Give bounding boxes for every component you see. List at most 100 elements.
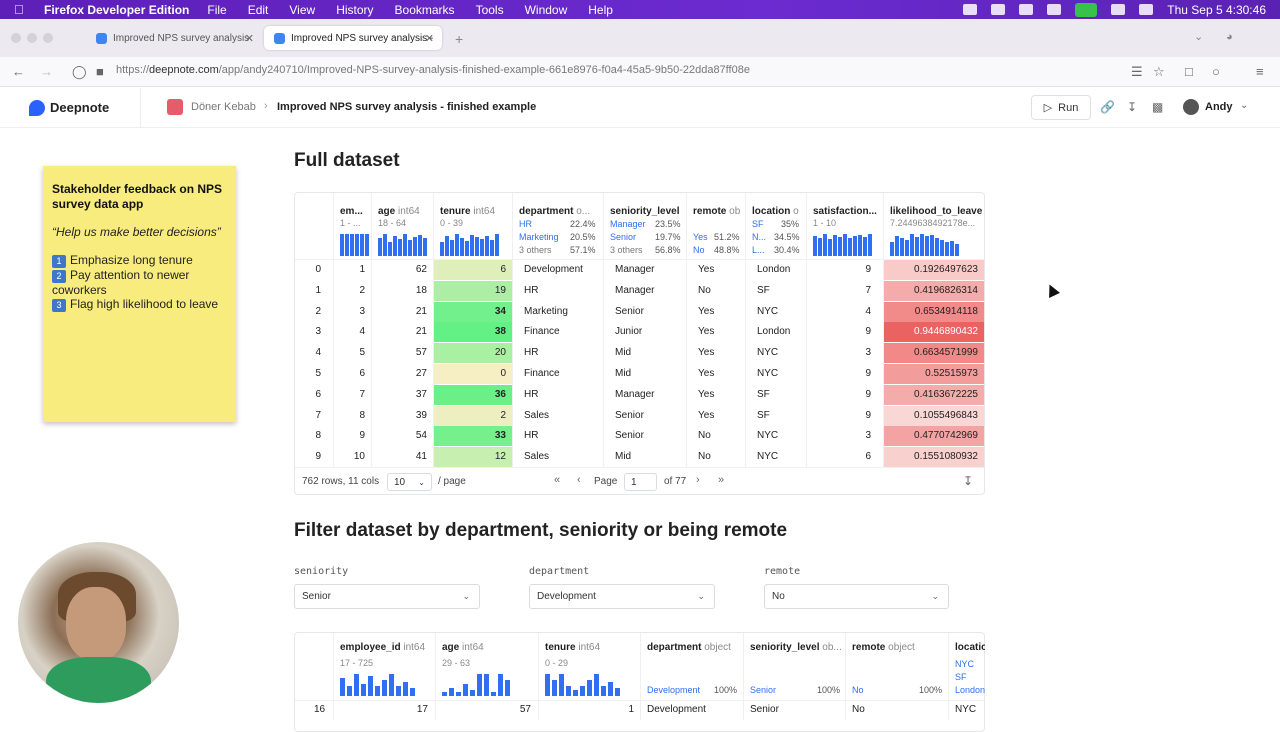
cell-employee-id: 6: [359, 368, 365, 379]
close-tab-icon[interactable]: ✕: [245, 32, 254, 45]
menu-tools[interactable]: Tools: [476, 3, 504, 17]
sticky-item-text: Flag high likelihood to leave: [70, 297, 219, 311]
window-minimize-dot[interactable]: [27, 33, 37, 43]
column-header-seniority-level[interactable]: seniority_level: [610, 206, 679, 217]
seniority-select[interactable]: Senior ⌄: [294, 584, 480, 609]
new-tab-icon[interactable]: +: [455, 31, 463, 47]
table-row[interactable]: 4 5 57 20 HR Mid Yes NYC 3 0.6634571999: [295, 343, 984, 364]
menubar-clock[interactable]: Thu Sep 5 4:30:46: [1167, 3, 1266, 17]
window-zoom-dot[interactable]: [43, 33, 53, 43]
facetime-icon[interactable]: [1075, 2, 1098, 17]
column-header-location[interactable]: location o: [752, 206, 799, 217]
number-badge: 2: [52, 270, 66, 283]
column-header-tenure[interactable]: tenure int64: [440, 206, 495, 217]
lock-icon[interactable]: ■: [96, 64, 104, 79]
menu-bookmarks[interactable]: Bookmarks: [395, 3, 455, 17]
embed-icon[interactable]: ▩: [1152, 100, 1163, 114]
first-page-icon[interactable]: «: [554, 474, 560, 486]
deepnote-logo-text[interactable]: Deepnote: [50, 100, 109, 115]
forward-icon[interactable]: →: [40, 64, 53, 79]
download-csv-icon[interactable]: ↧: [963, 474, 973, 488]
menu-help[interactable]: Help: [588, 3, 613, 17]
menu-view[interactable]: View: [289, 3, 315, 17]
sticky-note[interactable]: Stakeholder feedback on NPS survey data …: [43, 166, 236, 422]
apple-icon[interactable]: : [14, 2, 36, 17]
control-center-icon[interactable]: [1139, 4, 1154, 15]
menu-file[interactable]: File: [207, 3, 226, 17]
table-row[interactable]: 1 2 18 19 HR Manager No SF 7 0.4196826314: [295, 280, 984, 301]
next-page-icon[interactable]: ›: [696, 474, 700, 486]
deepnote-logo-icon[interactable]: [29, 100, 45, 116]
table-row[interactable]: 9 10 41 12 Sales Mid No NYC 6 0.1551080932: [295, 447, 984, 468]
department-select[interactable]: Development ⌄: [529, 584, 715, 609]
cell-age: 18: [415, 284, 427, 296]
menu-window[interactable]: Window: [525, 3, 568, 17]
shield-icon[interactable]: ◯: [72, 64, 87, 80]
column-header-remote[interactable]: remote object: [852, 642, 915, 653]
table-row[interactable]: 16 17 57 1 Development Senior No NYC: [295, 700, 984, 720]
dropbox-icon[interactable]: [963, 4, 978, 15]
column-header-department[interactable]: department o...: [519, 206, 590, 217]
table-row[interactable]: 5 6 27 0 Finance Mid Yes NYC 9 0.52515973: [295, 364, 984, 384]
account-icon[interactable]: ○: [1212, 64, 1220, 79]
browser-tab-1[interactable]: Improved NPS survey analysis ✕: [86, 26, 262, 50]
command-icon[interactable]: [1047, 4, 1062, 15]
browser-tab-2[interactable]: Improved NPS survey analysis - ✕: [264, 26, 442, 50]
url-field[interactable]: https://deepnote.com/app/andy240710/Impr…: [116, 64, 750, 76]
user-name[interactable]: Andy: [1205, 101, 1233, 113]
table-row[interactable]: 8 9 54 33 HR Senior No NYC 3 0.4770742969: [295, 426, 984, 447]
gear-icon[interactable]: [991, 4, 1006, 15]
back-icon[interactable]: ←: [12, 64, 25, 79]
cell-tenure: 2: [434, 405, 512, 426]
webcam-face: [66, 587, 126, 661]
column-header-age[interactable]: age int64: [378, 206, 420, 217]
breadcrumb-notebook[interactable]: Improved NPS survey analysis - finished …: [277, 101, 536, 113]
histogram-employee-id: [340, 670, 415, 696]
private-browsing-icon[interactable]: ◕: [1226, 31, 1233, 43]
column-header-location[interactable]: locatio: [955, 642, 985, 653]
cell-employee-id: 3: [359, 305, 365, 317]
download-icon[interactable]: ↧: [1127, 100, 1137, 114]
extensions-icon[interactable]: □: [1185, 64, 1193, 79]
column-header-satisfaction[interactable]: satisfaction...: [813, 206, 877, 217]
user-menu-chevron-icon[interactable]: ⌄: [1240, 100, 1248, 111]
remote-select[interactable]: No ⌄: [764, 584, 949, 609]
menu-history[interactable]: History: [336, 3, 373, 17]
page-number-input[interactable]: 1: [624, 473, 657, 491]
column-header-tenure[interactable]: tenure int64: [545, 642, 600, 653]
tab-list-chevron-icon[interactable]: ⌄: [1194, 30, 1203, 43]
column-header-employee-id[interactable]: employee_id int64: [340, 642, 425, 653]
display-icon[interactable]: [1019, 4, 1034, 15]
link-icon[interactable]: 🔗: [1100, 100, 1115, 114]
category-percent: 19.7%: [655, 232, 681, 242]
column-header-remote[interactable]: remote ob: [693, 206, 740, 217]
table-row[interactable]: 0 1 62 6 Development Manager Yes London 9 0.19264…: [295, 260, 984, 280]
column-header-department[interactable]: department object: [647, 642, 731, 653]
column-header-employee-id[interactable]: em...: [340, 206, 370, 217]
reader-view-icon[interactable]: ☰: [1131, 64, 1143, 80]
menubar-app-name[interactable]: Firefox Developer Edition: [44, 3, 189, 17]
menu-edit[interactable]: Edit: [248, 3, 269, 17]
run-button[interactable]: ▷ Run: [1031, 95, 1091, 120]
last-page-icon[interactable]: »: [718, 474, 724, 486]
column-header-seniority-level[interactable]: seniority_level ob...: [750, 642, 842, 653]
column-header-age[interactable]: age int64: [442, 642, 484, 653]
page-size-select[interactable]: 10 ⌄: [387, 473, 432, 491]
column-header-likelihood-to-leave[interactable]: likelihood_to_leave: [890, 206, 982, 217]
close-tab-icon[interactable]: ✕: [425, 32, 434, 45]
cell-satisfaction: 9: [865, 326, 871, 338]
status-icon[interactable]: [1111, 4, 1126, 15]
window-close-dot[interactable]: [11, 33, 21, 43]
previous-page-icon[interactable]: ‹: [577, 474, 581, 486]
menu-icon[interactable]: ≡: [1256, 64, 1264, 79]
user-avatar[interactable]: [1183, 99, 1199, 115]
category-percent: 34.5%: [774, 232, 800, 242]
table-row[interactable]: 6 7 37 36 HR Manager Yes SF 9 0.4163672225: [295, 384, 984, 405]
bookmark-star-icon[interactable]: ☆: [1153, 64, 1165, 80]
cell-location: London: [757, 264, 791, 275]
sticky-item: 2 Pay attention to newer coworkers: [52, 268, 227, 297]
table-row[interactable]: 7 8 39 2 Sales Senior Yes SF 9 0.1055496843: [295, 405, 984, 426]
table-row[interactable]: 2 3 21 34 Marketing Senior Yes NYC 4 0.6534914118: [295, 301, 984, 322]
breadcrumb-workspace[interactable]: Döner Kebab: [191, 101, 256, 113]
table-row[interactable]: 3 4 21 38 Finance Junior Yes London 9 0.944689043…: [295, 322, 984, 343]
